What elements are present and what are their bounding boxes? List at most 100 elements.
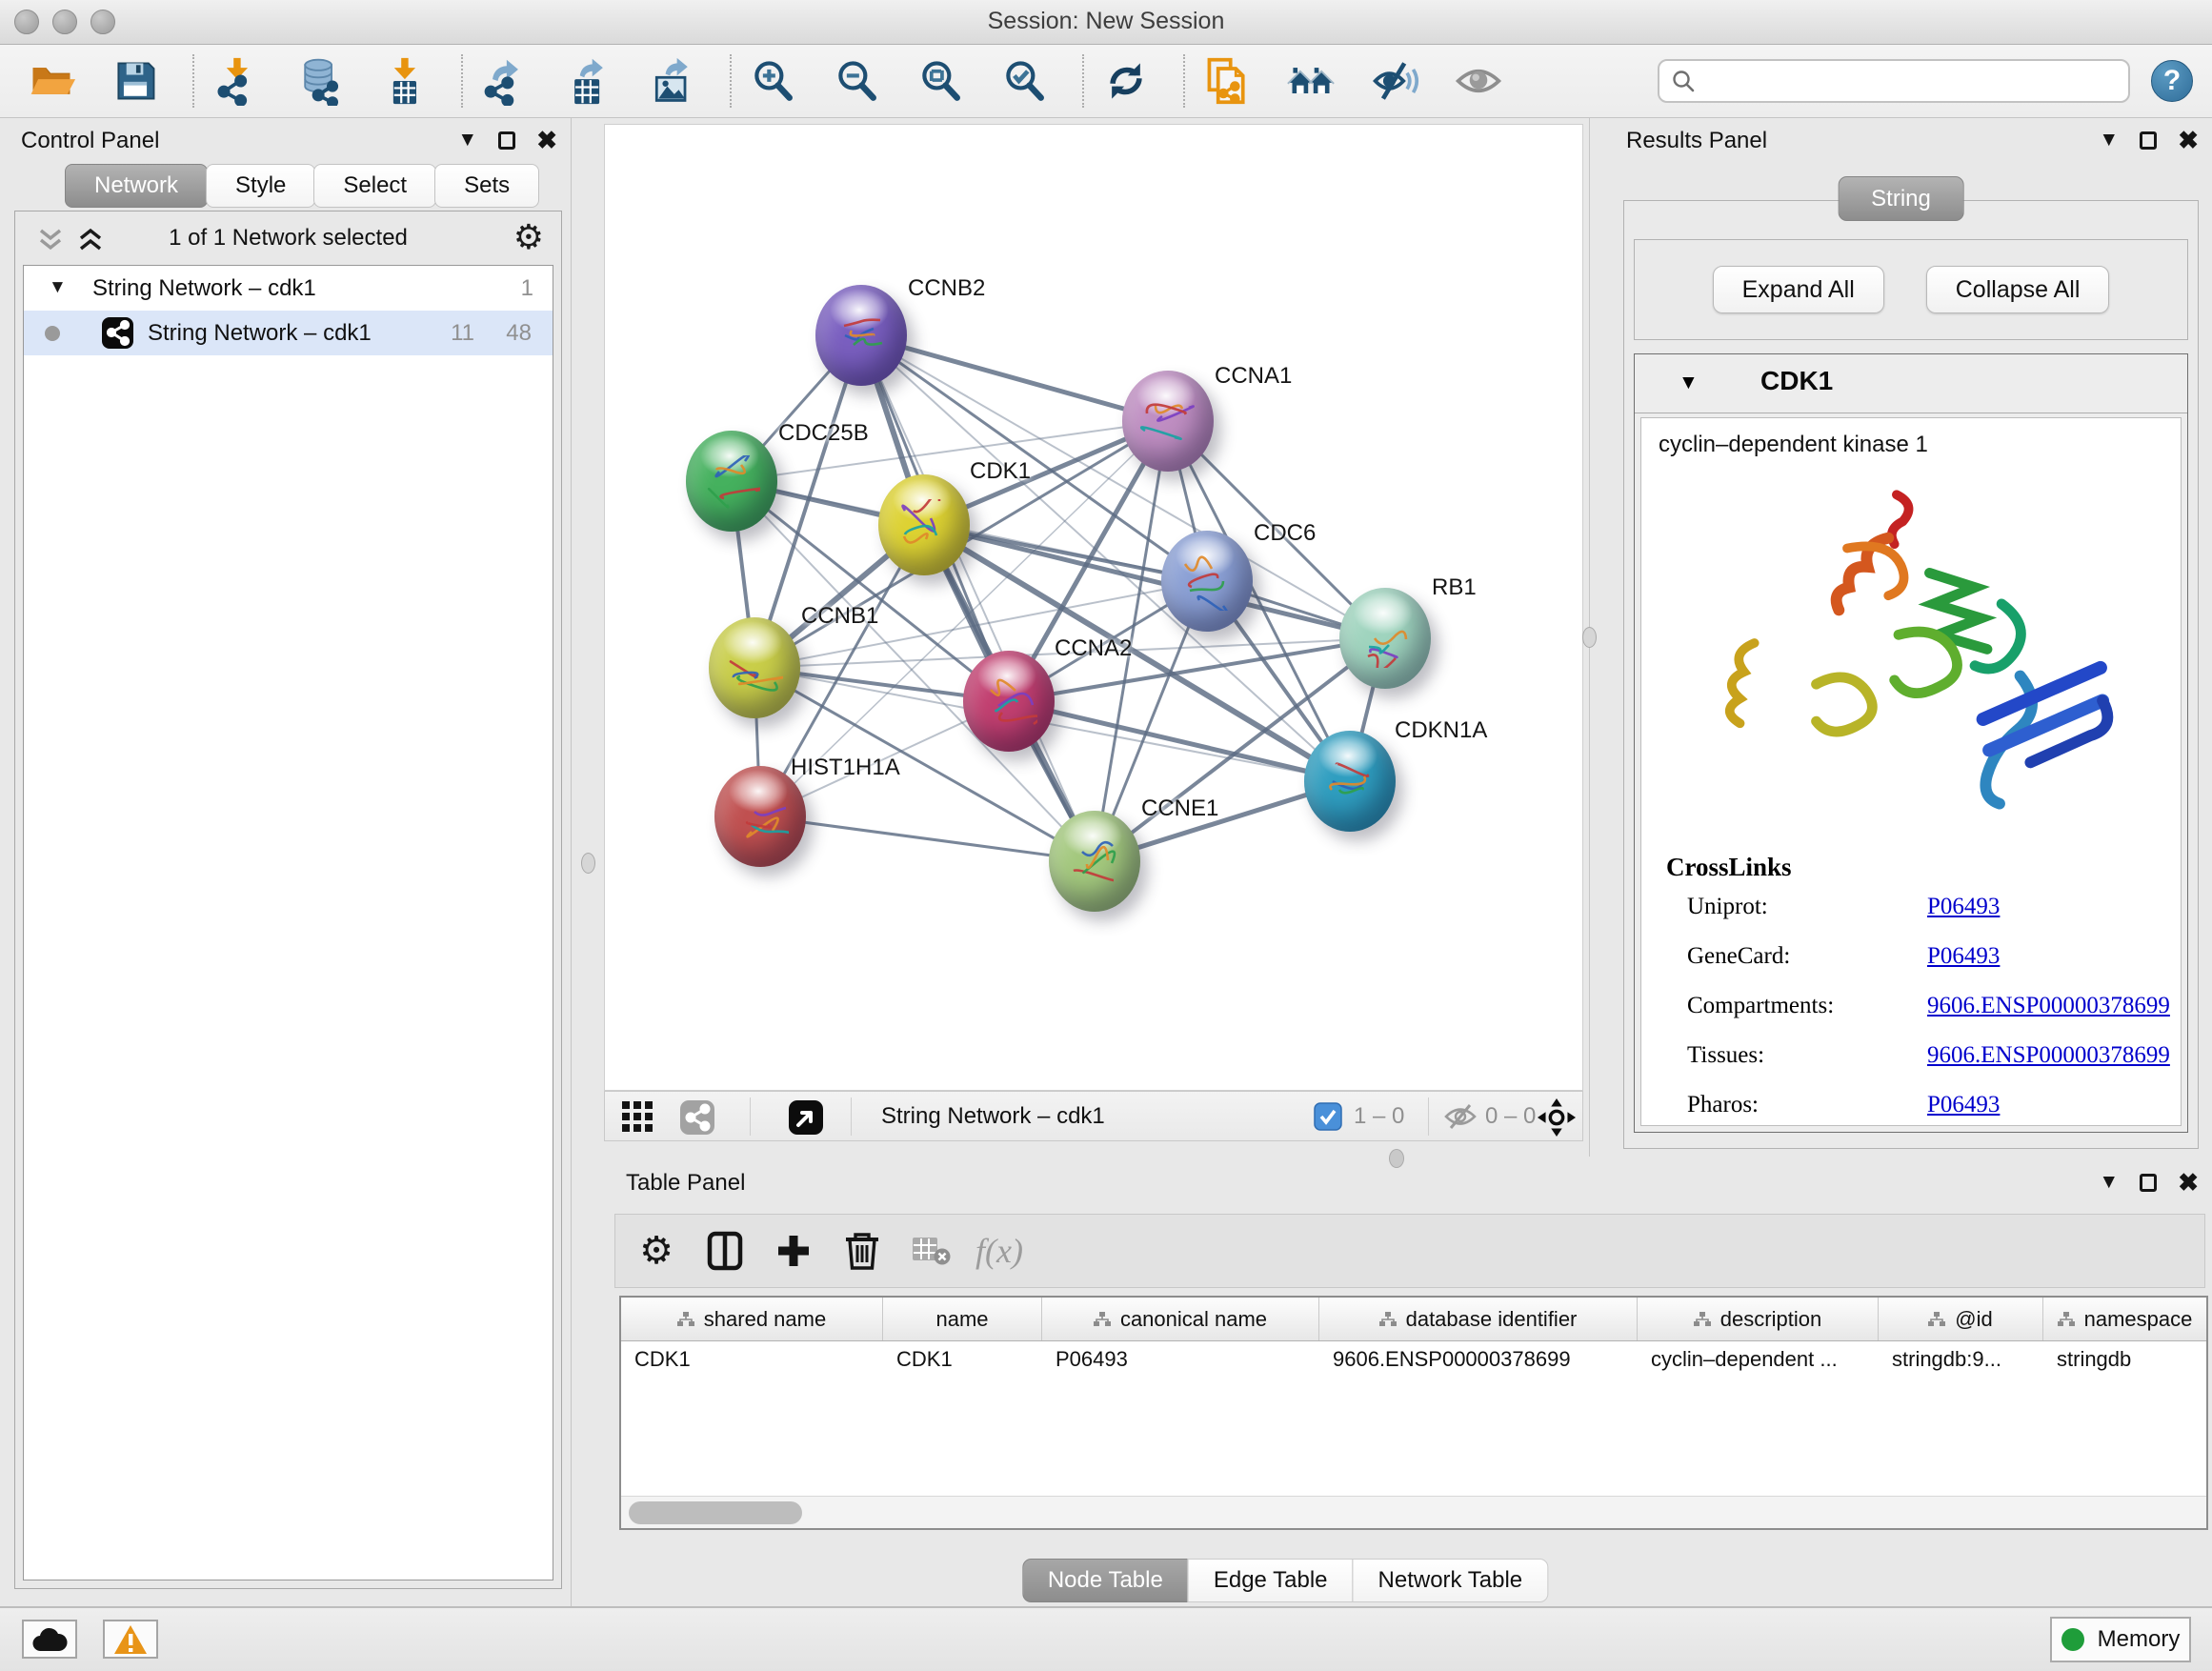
panel-menu-icon[interactable]: ▼ — [2099, 129, 2119, 151]
network-edge[interactable] — [1009, 701, 1350, 781]
column-header[interactable]: @id — [1879, 1298, 2043, 1340]
detach-view-icon[interactable] — [788, 1099, 824, 1140]
tab-network-table[interactable]: Network Table — [1353, 1559, 1549, 1602]
node-result-body: cyclin–dependent kinase 1 — [1640, 417, 2182, 1126]
column-header[interactable]: shared name — [621, 1298, 883, 1340]
import-network-database-button[interactable] — [293, 54, 347, 108]
tab-style[interactable]: Style — [206, 164, 315, 208]
add-column-icon[interactable] — [772, 1229, 815, 1273]
right-splitter-handle[interactable] — [1582, 627, 1597, 648]
panel-close-icon[interactable]: ✖ — [2178, 128, 2199, 152]
panel-close-icon[interactable]: ✖ — [2178, 1170, 2199, 1195]
horizontal-scrollbar[interactable] — [621, 1496, 2206, 1528]
zoom-in-button[interactable] — [747, 54, 800, 108]
tab-node-table[interactable]: Node Table — [1022, 1559, 1189, 1602]
table-settings-gear-icon[interactable]: ⚙ — [634, 1229, 678, 1273]
collapse-all-button[interactable]: Collapse All — [1926, 266, 2110, 313]
network-view-icon[interactable] — [679, 1099, 715, 1140]
help-button[interactable]: ? — [2151, 60, 2193, 102]
column-header[interactable]: description — [1638, 1298, 1879, 1340]
network-node-cdk1[interactable] — [878, 474, 970, 575]
tab-string[interactable]: String — [1838, 176, 1964, 221]
network-edge[interactable] — [760, 816, 1095, 861]
panel-float-icon[interactable] — [2140, 131, 2157, 150]
network-node-cdc25b[interactable] — [686, 431, 777, 532]
create-network-view-button[interactable] — [1200, 54, 1254, 108]
open-session-button[interactable] — [25, 54, 78, 108]
table-toolbar: ⚙ — [614, 1214, 2205, 1288]
zoom-selected-button[interactable] — [998, 54, 1052, 108]
warnings-button[interactable] — [103, 1620, 158, 1659]
function-builder-icon[interactable]: f(x) — [977, 1229, 1021, 1273]
network-node-cdc6[interactable] — [1161, 531, 1253, 632]
network-collection-row[interactable]: ▼ String Network – cdk1 1 — [24, 266, 553, 311]
table-cell[interactable]: 9606.ENSP00000378699 — [1319, 1341, 1638, 1379]
show-neighbors-button[interactable] — [1284, 54, 1337, 108]
hide-selected-button[interactable] — [1368, 54, 1421, 108]
refresh-button[interactable] — [1099, 54, 1153, 108]
panel-menu-icon[interactable]: ▼ — [2099, 1171, 2119, 1194]
table-cell[interactable]: stringdb:9... — [1879, 1341, 2043, 1379]
panel-float-icon[interactable] — [2140, 1174, 2157, 1192]
crosslink-link[interactable]: 9606.ENSP00000378699 — [1927, 1042, 2170, 1069]
panel-menu-icon[interactable]: ▼ — [457, 129, 477, 151]
crosslink-link[interactable]: P06493 — [1927, 1092, 2000, 1118]
table-cell[interactable]: CDK1 — [883, 1341, 1042, 1379]
column-header[interactable]: namespace — [2043, 1298, 2206, 1340]
title-bar: Session: New Session — [0, 0, 2212, 45]
table-cell[interactable]: P06493 — [1042, 1341, 1319, 1379]
memory-button[interactable]: Memory — [2050, 1617, 2191, 1662]
table-cell[interactable]: stringdb — [2043, 1341, 2206, 1379]
export-network-button[interactable] — [478, 54, 532, 108]
tab-edge-table[interactable]: Edge Table — [1188, 1559, 1354, 1602]
network-node-cdkn1a[interactable] — [1304, 731, 1396, 832]
tab-select[interactable]: Select — [313, 164, 436, 208]
collection-disclosure-icon[interactable]: ▼ — [49, 277, 67, 298]
tab-sets[interactable]: Sets — [434, 164, 539, 208]
expand-all-button[interactable]: Expand All — [1713, 266, 1884, 313]
scrollbar-thumb[interactable] — [629, 1501, 802, 1524]
panel-float-icon[interactable] — [498, 131, 515, 150]
network-canvas[interactable]: CCNB2CCNA1CDC25BCDK1CDC6RB1CCNB1CCNA2CDK… — [604, 124, 1583, 1091]
table-cell[interactable]: CDK1 — [621, 1341, 883, 1379]
network-node-ccne1[interactable] — [1049, 811, 1140, 912]
delete-column-icon[interactable] — [840, 1229, 884, 1273]
network-node-ccnb2[interactable] — [815, 285, 907, 386]
import-network-file-button[interactable] — [210, 54, 263, 108]
zoom-out-button[interactable] — [831, 54, 884, 108]
export-image-button[interactable] — [646, 54, 699, 108]
crosslink-link[interactable]: P06493 — [1927, 894, 2000, 920]
search-input[interactable] — [1696, 69, 2117, 94]
export-table-button[interactable] — [562, 54, 615, 108]
cloud-status-button[interactable] — [22, 1620, 77, 1659]
panel-close-icon[interactable]: ✖ — [536, 128, 557, 152]
tab-network[interactable]: Network — [65, 164, 208, 208]
network-badge-icon — [102, 317, 133, 349]
network-node-ccna2[interactable] — [963, 651, 1055, 752]
network-edge[interactable] — [861, 335, 1095, 861]
pan-crosshair-icon[interactable] — [1537, 1097, 1577, 1142]
node-result-header[interactable]: ▼ CDK1 — [1635, 354, 2187, 413]
network-node-ccnb1[interactable] — [709, 617, 800, 718]
network-node-rb1[interactable] — [1339, 588, 1431, 689]
zoom-fit-icon — [916, 56, 966, 106]
left-splitter-handle[interactable] — [581, 853, 595, 874]
column-header[interactable]: database identifier — [1319, 1298, 1638, 1340]
network-options-gear-icon[interactable]: ⚙ — [513, 217, 544, 257]
delete-table-icon[interactable] — [909, 1229, 953, 1273]
selected-checkbox-icon[interactable] — [1314, 1102, 1342, 1136]
column-header[interactable]: name — [883, 1298, 1042, 1340]
collapse-entry-icon[interactable]: ▼ — [1679, 372, 1699, 394]
manage-columns-icon[interactable] — [703, 1229, 747, 1273]
crosslink-link[interactable]: P06493 — [1927, 943, 2000, 970]
table-cell[interactable]: cyclin–dependent ... — [1638, 1341, 1879, 1379]
network-node-ccna1[interactable] — [1122, 371, 1214, 472]
import-table-file-button[interactable] — [377, 54, 431, 108]
network-row-selected[interactable]: String Network – cdk1 11 48 — [24, 311, 553, 355]
save-session-button[interactable] — [109, 54, 162, 108]
crosslink-link[interactable]: 9606.ENSP00000378699 — [1927, 993, 2170, 1019]
column-header[interactable]: canonical name — [1042, 1298, 1319, 1340]
show-all-button[interactable] — [1452, 54, 1505, 108]
zoom-fit-button[interactable] — [915, 54, 968, 108]
grid-view-icon[interactable] — [620, 1099, 654, 1138]
